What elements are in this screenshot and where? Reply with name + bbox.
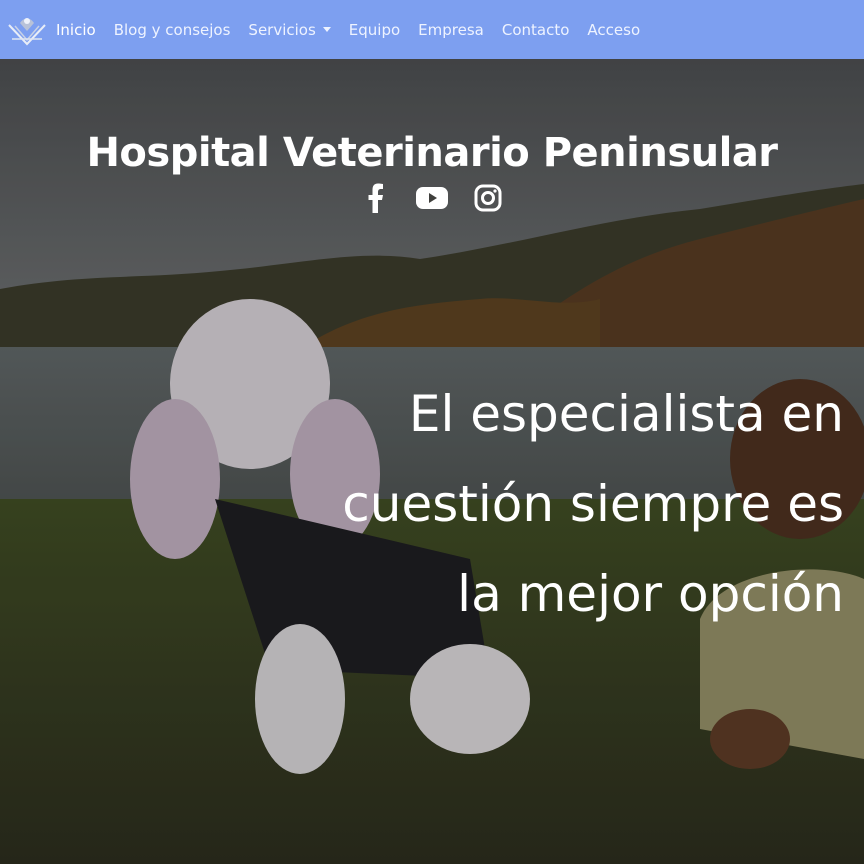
hero-section: Hospital Veterinario Peninsular El espec… [0,59,864,864]
facebook-icon[interactable] [360,181,392,215]
youtube-icon[interactable] [416,181,448,215]
nav-item-equipo[interactable]: Equipo [349,21,400,39]
nav-item-servicios[interactable]: Servicios [248,20,331,39]
veterinary-logo-icon[interactable] [5,12,49,48]
top-navbar: Inicio Blog y consejos Servicios Equipo … [0,0,864,59]
nav-item-blog[interactable]: Blog y consejos [114,21,231,39]
tagline-line-2: cuestión siempre es [342,474,844,533]
hospital-title: Hospital Veterinario Peninsular [86,129,778,176]
nav-item-contacto[interactable]: Contacto [502,21,570,39]
instagram-icon[interactable] [472,181,504,215]
hero-tagline: El especialista en cuestión siempre es l… [284,369,844,639]
nav-menu: Inicio Blog y consejos Servicios Equipo … [56,21,658,39]
caret-down-icon [322,27,331,32]
nav-item-inicio[interactable]: Inicio [56,21,96,39]
nav-item-empresa[interactable]: Empresa [418,21,484,39]
nav-item-acceso[interactable]: Acceso [587,21,640,39]
social-links [0,181,864,215]
tagline-line-1: El especialista en [408,384,844,443]
nav-item-servicios-label: Servicios [248,20,316,39]
tagline-line-3: la mejor opción [457,564,844,623]
